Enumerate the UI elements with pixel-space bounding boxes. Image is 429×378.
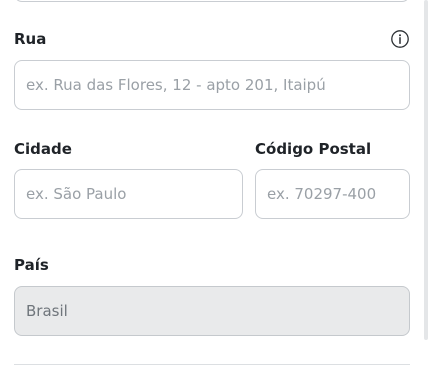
country-input: [14, 286, 410, 336]
postal-code-label: Código Postal: [255, 140, 372, 158]
scrollbar[interactable]: [424, 0, 428, 340]
previous-field-input[interactable]: [14, 0, 410, 2]
country-label: País: [14, 256, 49, 274]
street-input[interactable]: [14, 60, 410, 110]
postal-code-input[interactable]: [255, 169, 410, 219]
section-divider: [14, 364, 410, 365]
address-form: Rua Cidade Código Postal País: [0, 0, 429, 378]
info-icon[interactable]: [390, 29, 410, 49]
city-input[interactable]: [14, 169, 243, 219]
city-label: Cidade: [14, 140, 72, 158]
street-label: Rua: [14, 30, 47, 48]
